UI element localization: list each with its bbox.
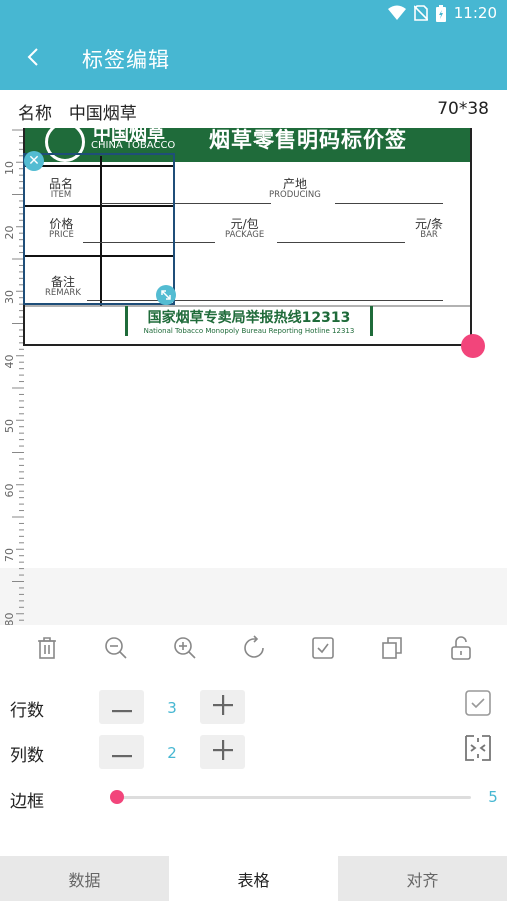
canvas-lower-area xyxy=(0,568,507,625)
copy-icon xyxy=(381,636,403,664)
rows-increment-button[interactable] xyxy=(200,690,245,724)
clock-time: 11:20 xyxy=(453,4,497,22)
ruler-mark: 40 xyxy=(3,355,16,369)
rows-value: 3 xyxy=(167,699,177,717)
vertical-ruler: 10 20 30 40 50 60 70 80 xyxy=(3,129,24,626)
battery-icon xyxy=(435,4,446,22)
field-bar: 元/条 BAR xyxy=(415,217,444,240)
wifi-icon xyxy=(387,5,406,21)
back-button[interactable] xyxy=(18,44,48,74)
label-resize-handle[interactable] xyxy=(461,334,485,358)
zoom-in-button[interactable] xyxy=(167,632,203,668)
field-origin: 产地 PRODUCING xyxy=(269,177,321,200)
label-name-value: 中国烟草 xyxy=(68,104,137,124)
plus-icon xyxy=(212,740,233,764)
select-toggle-button[interactable] xyxy=(305,632,341,668)
tab-align[interactable]: 对齐 xyxy=(338,856,507,901)
ruler-mark: 30 xyxy=(3,290,16,304)
zoom-in-icon xyxy=(173,636,197,664)
lock-button[interactable] xyxy=(443,632,479,668)
cols-value: 2 xyxy=(167,744,177,762)
border-value: 5 xyxy=(488,788,498,806)
rotate-icon xyxy=(241,635,267,665)
page-title: 标签编辑 xyxy=(82,48,170,72)
label-name: 名称 中国烟草 xyxy=(18,99,137,124)
ruler-mark: 60 xyxy=(3,484,16,498)
copy-button[interactable] xyxy=(374,632,410,668)
zoom-out-button[interactable] xyxy=(98,632,134,668)
cols-increment-button[interactable] xyxy=(200,735,245,769)
label-name-caption: 名称 xyxy=(18,104,52,124)
minus-icon xyxy=(111,698,132,717)
hotline-banner: 国家烟草专卖局举报热线12313 National Tobacco Monopo… xyxy=(125,306,373,336)
selected-table-element[interactable] xyxy=(23,153,175,305)
rows-label: 行数 xyxy=(10,701,44,721)
label-size: 70*38 xyxy=(437,99,489,119)
border-slider-thumb[interactable] xyxy=(110,790,124,804)
ruler-mark: 80 xyxy=(3,613,16,626)
status-bar: 11:20 xyxy=(0,0,507,28)
cols-label: 列数 xyxy=(10,746,44,766)
app-bar: 标签编辑 xyxy=(0,28,507,90)
unlock-icon xyxy=(450,636,472,664)
bottom-tab-bar: 数据 表格 对齐 xyxy=(0,856,507,901)
ruler-mark: 50 xyxy=(3,419,16,433)
editor-toolbar xyxy=(0,625,507,675)
resize-icon xyxy=(160,286,172,305)
delete-button[interactable] xyxy=(29,632,65,668)
delete-element-handle[interactable]: ✕ xyxy=(24,151,44,171)
ruler-mark: 20 xyxy=(3,226,16,240)
border-label: 边框 xyxy=(10,792,44,812)
chevron-left-icon xyxy=(26,47,40,71)
merge-cells-button[interactable] xyxy=(463,735,493,765)
table-properties-panel: 行数 3 列数 2 边框 5 xyxy=(0,675,507,856)
trash-icon xyxy=(36,636,58,664)
confirm-button[interactable] xyxy=(463,690,493,720)
merge-cells-icon xyxy=(464,734,492,766)
tab-data[interactable]: 数据 xyxy=(0,856,169,901)
editor-canvas[interactable]: 10 20 30 40 50 60 70 80 中国烟草 CHINA TOBACCO 烟草零售… xyxy=(0,128,507,625)
element-resize-handle[interactable] xyxy=(156,285,176,305)
no-sim-icon xyxy=(413,5,428,21)
label-info-row: 名称 中国烟草 70*38 xyxy=(0,90,507,128)
checkbox-icon xyxy=(311,636,335,664)
checkbox-icon xyxy=(464,689,492,721)
rotate-button[interactable] xyxy=(236,632,272,668)
cols-decrement-button[interactable] xyxy=(99,735,144,769)
tab-table[interactable]: 表格 xyxy=(169,856,338,901)
zoom-out-icon xyxy=(104,636,128,664)
ruler-mark: 10 xyxy=(3,161,16,175)
field-package: 元/包 PACKAGE xyxy=(225,217,265,240)
minus-icon xyxy=(111,743,132,762)
rows-decrement-button[interactable] xyxy=(99,690,144,724)
ruler-mark: 70 xyxy=(3,548,16,562)
border-slider-track[interactable] xyxy=(117,796,471,799)
close-icon: ✕ xyxy=(28,153,40,169)
plus-icon xyxy=(212,695,233,719)
